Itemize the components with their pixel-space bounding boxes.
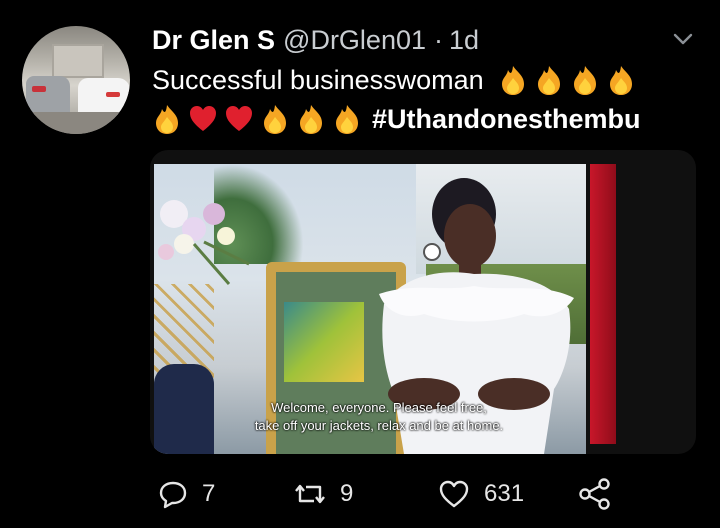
subtitle-line-2: take off your jackets, relax and be at h…: [254, 418, 504, 433]
garage-door: [52, 44, 104, 78]
like-count: 631: [484, 480, 525, 507]
tweet-text-line-2: #Uthandonesthembu: [152, 98, 641, 140]
flower-arrangement: [158, 200, 250, 285]
fire-icon: [300, 105, 322, 134]
reply-button[interactable]: 7: [158, 472, 215, 516]
tweet-actions: 7 9 631: [0, 472, 720, 516]
tweet-media[interactable]: Welcome, everyone. Please feel free, tak…: [150, 150, 696, 454]
retweet-icon: [295, 484, 325, 504]
person-left: [154, 364, 214, 454]
like-icon: [439, 480, 469, 508]
fire-icon: [573, 66, 596, 95]
reply-count: 7: [202, 480, 216, 507]
share-button[interactable]: [578, 472, 612, 516]
display-name[interactable]: Dr Glen S: [152, 25, 275, 56]
car-silver: [26, 76, 70, 116]
user-handle[interactable]: @DrGlen01: [283, 25, 426, 56]
emoji-group-1: [498, 64, 636, 96]
hashtag-link[interactable]: #Uthandonesthembu: [372, 104, 641, 135]
avatar[interactable]: [22, 26, 130, 134]
tv-scene: Welcome, everyone. Please feel free, tak…: [154, 164, 586, 454]
fire-icon: [609, 66, 632, 95]
fire-icon: [501, 66, 524, 95]
fire-icon: [537, 66, 560, 95]
tweet-time[interactable]: 1d: [449, 25, 479, 56]
like-button[interactable]: 631: [438, 472, 524, 516]
share-icon: [579, 478, 610, 510]
subtitle-line-1: Welcome, everyone. Please feel free,: [271, 400, 487, 415]
tweet-text-line-1: Successful businesswoman: [152, 60, 636, 100]
fire-icon: [156, 105, 178, 134]
reply-icon: [159, 481, 187, 509]
tweet-text: Successful businesswoman: [152, 64, 484, 95]
retweet-count: 9: [340, 480, 354, 507]
garage-floor: [22, 112, 130, 134]
red-heart-icon: [190, 106, 216, 131]
red-curtain: [590, 164, 616, 444]
chevron-down-icon[interactable]: [672, 28, 694, 50]
fire-icon: [264, 105, 286, 134]
tweet-header: Dr Glen S @DrGlen01 · 1d: [152, 20, 479, 60]
retweet-button[interactable]: 9: [294, 472, 353, 516]
separator-dot: ·: [434, 24, 443, 55]
fire-icon: [336, 105, 358, 134]
red-heart-icon: [226, 106, 252, 131]
